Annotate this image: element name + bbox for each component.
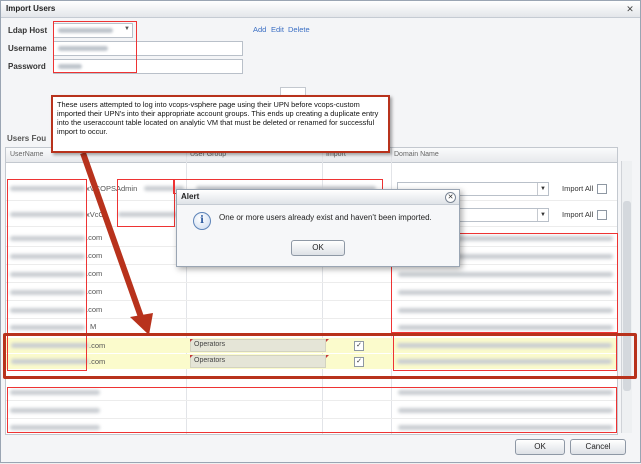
ok-button[interactable]: OK xyxy=(515,439,565,455)
close-icon[interactable]: ✕ xyxy=(445,192,456,203)
alert-dialog: Alert ✕ i One or more users already exis… xyxy=(176,189,460,267)
info-icon: i xyxy=(193,212,211,230)
alert-ok-button[interactable]: OK xyxy=(291,240,345,256)
import-users-dialog: Import Users ✕ Ldap Host ▼ Add Edit Dele… xyxy=(0,0,641,463)
annotation-callout: These users attempted to log into vcops-… xyxy=(51,95,390,153)
alert-message: One or more users already exist and have… xyxy=(219,213,432,222)
cancel-button[interactable]: Cancel xyxy=(570,439,626,455)
alert-title: Alert xyxy=(181,192,200,201)
alert-titlebar: Alert ✕ xyxy=(177,190,459,205)
